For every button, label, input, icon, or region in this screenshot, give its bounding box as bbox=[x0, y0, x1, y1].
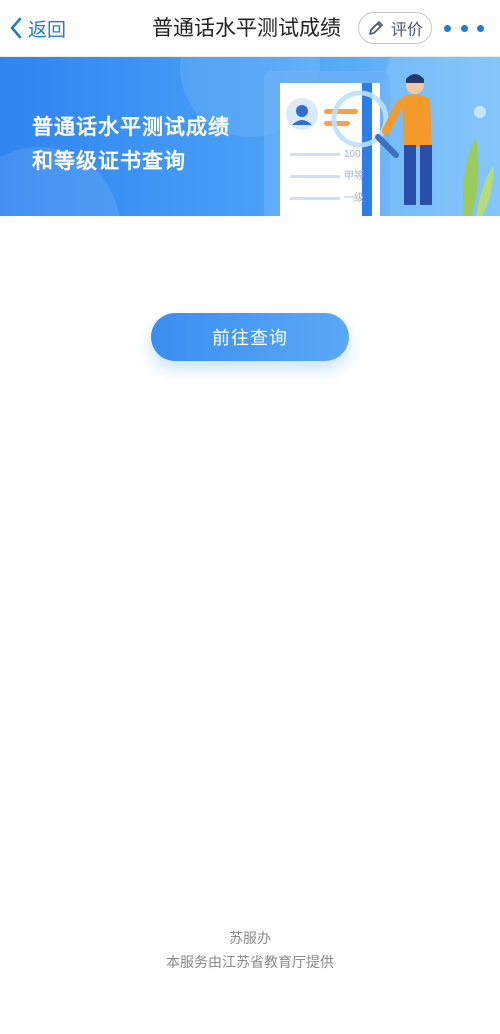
chevron-left-icon bbox=[10, 17, 22, 39]
pencil-icon bbox=[369, 21, 383, 35]
query-button[interactable]: 前往查询 bbox=[151, 313, 349, 361]
illustration-grade: 甲等 bbox=[344, 169, 364, 182]
banner-title-line-2: 和等级证书查询 bbox=[32, 149, 186, 173]
more-button[interactable] bbox=[444, 18, 484, 38]
query-button-label: 前往查询 bbox=[212, 328, 288, 349]
illustration-score: 100 bbox=[344, 149, 361, 160]
back-label: 返回 bbox=[28, 18, 67, 41]
top-nav-bar: 返回 普通话水平测试成绩 评价 bbox=[0, 0, 500, 57]
banner-title-line-1: 普通话水平测试成绩 bbox=[32, 115, 230, 139]
rate-label: 评价 bbox=[390, 20, 423, 39]
banner: 普通话水平测试成绩 和等级证书查询 100 甲等 一级 bbox=[0, 57, 500, 216]
more-dots-icon bbox=[444, 24, 451, 32]
footer-org: 苏服办 bbox=[229, 931, 271, 947]
footer-provider: 本服务由江苏省教育厅提供 bbox=[166, 955, 334, 971]
rate-button[interactable]: 评价 bbox=[358, 12, 432, 44]
page-title: 普通话水平测试成绩 bbox=[152, 16, 341, 40]
back-button[interactable]: 返回 bbox=[8, 14, 66, 42]
banner-illustration: 100 甲等 一级 bbox=[264, 57, 500, 216]
illustration-level: 一级 bbox=[344, 192, 364, 204]
